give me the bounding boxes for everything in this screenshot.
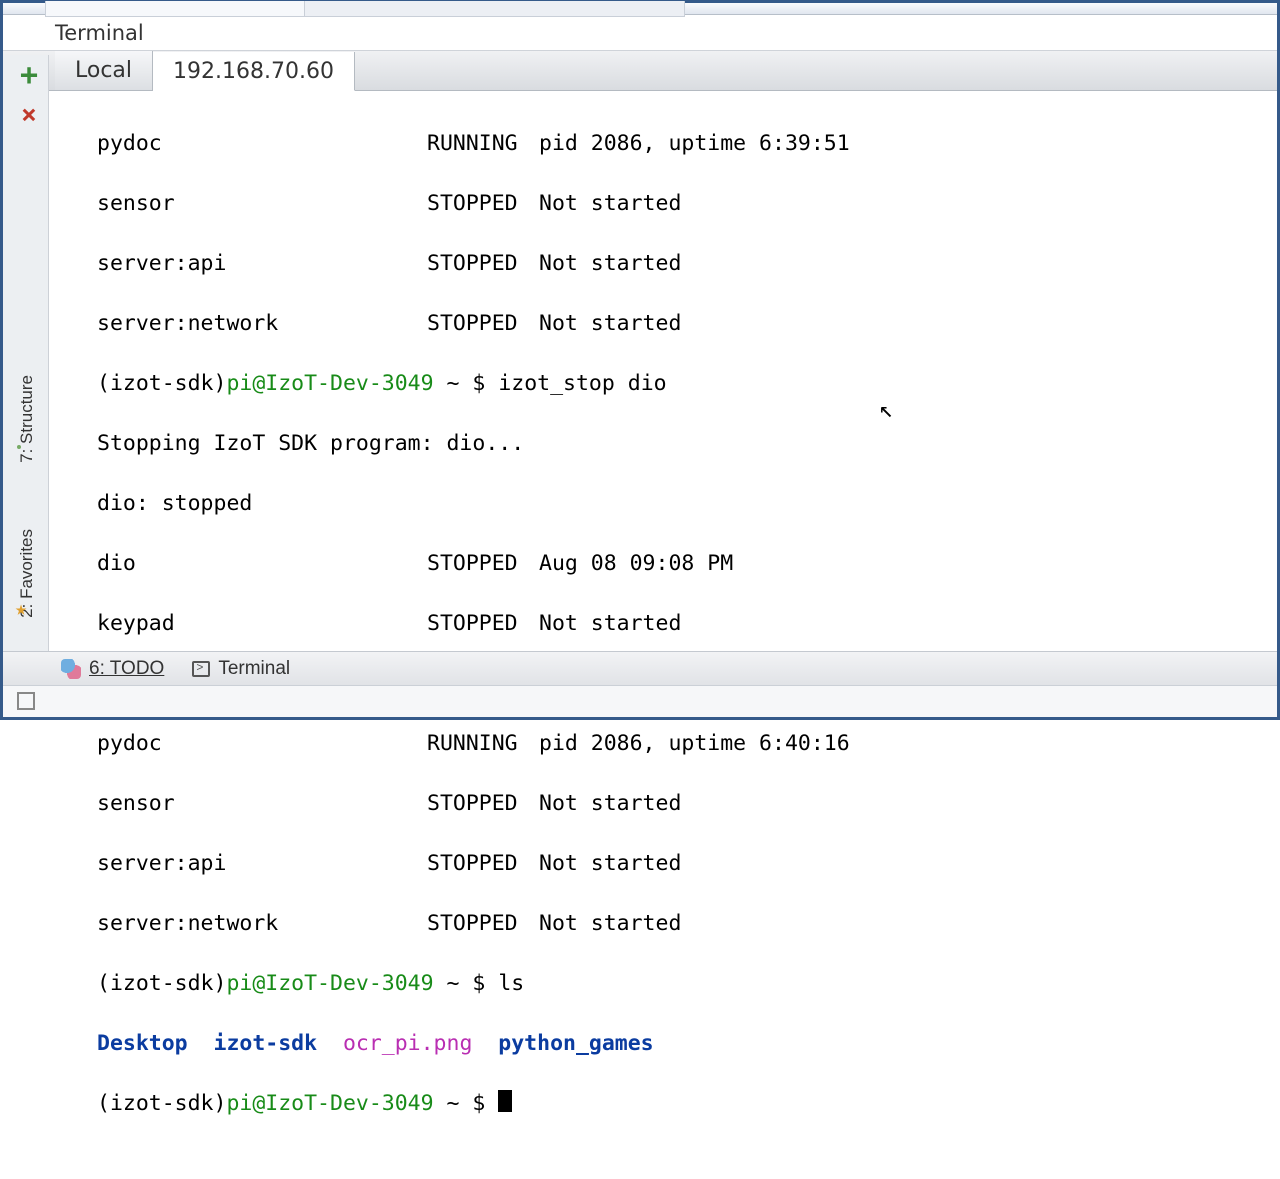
proc-row: keypadSTOPPEDNot started bbox=[97, 609, 1273, 639]
proc-row: server:apiSTOPPEDNot started bbox=[97, 849, 1273, 879]
left-tool-rail: 7: Structure 2: Favorites ★ bbox=[3, 55, 49, 651]
toolbar-strip bbox=[3, 3, 1277, 15]
structure-icon[interactable] bbox=[15, 443, 37, 465]
terminal-tool-button[interactable]: Terminal bbox=[192, 658, 290, 680]
output-line: Stopping IzoT SDK program: dio... bbox=[97, 429, 1273, 459]
close-tab-button[interactable]: × bbox=[15, 101, 43, 129]
proc-row: dioSTOPPEDAug 08 09:08 PM bbox=[97, 549, 1273, 579]
prompt-line: (izot-sdk)pi@IzoT-Dev-3049 ~ $ izot_stop… bbox=[97, 369, 1273, 399]
status-indicator-icon[interactable] bbox=[17, 692, 35, 710]
terminal-output[interactable]: pydocRUNNINGpid 2086, uptime 6:39:51 sen… bbox=[97, 99, 1273, 651]
add-tab-button[interactable]: + bbox=[15, 61, 43, 89]
ls-output: Desktop izot-sdk ocr_pi.png python_games bbox=[97, 1029, 1273, 1059]
prompt-line-idle[interactable]: (izot-sdk)pi@IzoT-Dev-3049 ~ $ bbox=[97, 1089, 1273, 1119]
prompt-line: (izot-sdk)pi@IzoT-Dev-3049 ~ $ ls bbox=[97, 969, 1273, 999]
status-bar bbox=[3, 685, 1277, 717]
proc-row: server:networkSTOPPEDNot started bbox=[97, 909, 1273, 939]
terminal-icon bbox=[192, 661, 210, 677]
app-frame: Terminal 7: Structure 2: Favorites ★ + ×… bbox=[0, 0, 1280, 720]
proc-row: pydocRUNNINGpid 2086, uptime 6:40:16 bbox=[97, 729, 1273, 759]
text-cursor-icon bbox=[498, 1090, 512, 1112]
panel-title: Terminal bbox=[3, 15, 1277, 51]
proc-row: pydocRUNNINGpid 2086, uptime 6:39:51 bbox=[97, 129, 1273, 159]
inactive-top-tab-1[interactable] bbox=[45, 1, 305, 17]
todo-label: 6: TODO bbox=[89, 658, 164, 680]
todo-tool-button[interactable]: 6: TODO bbox=[61, 658, 164, 680]
terminal-tabbar: Local 192.168.70.60 bbox=[3, 51, 1277, 91]
todo-icon bbox=[61, 659, 81, 679]
proc-row: server:apiSTOPPEDNot started bbox=[97, 249, 1273, 279]
tab-remote-ip[interactable]: 192.168.70.60 bbox=[153, 52, 355, 91]
proc-row: server:networkSTOPPEDNot started bbox=[97, 309, 1273, 339]
inactive-top-tab-2[interactable] bbox=[305, 1, 685, 17]
bottom-tool-bar: 6: TODO Terminal bbox=[3, 651, 1277, 685]
tab-local[interactable]: Local bbox=[55, 51, 153, 90]
output-line: dio: stopped bbox=[97, 489, 1273, 519]
proc-row: sensorSTOPPEDNot started bbox=[97, 789, 1273, 819]
favorites-icon[interactable]: ★ bbox=[15, 599, 33, 617]
terminal-label: Terminal bbox=[218, 658, 290, 680]
proc-row: sensorSTOPPEDNot started bbox=[97, 189, 1273, 219]
